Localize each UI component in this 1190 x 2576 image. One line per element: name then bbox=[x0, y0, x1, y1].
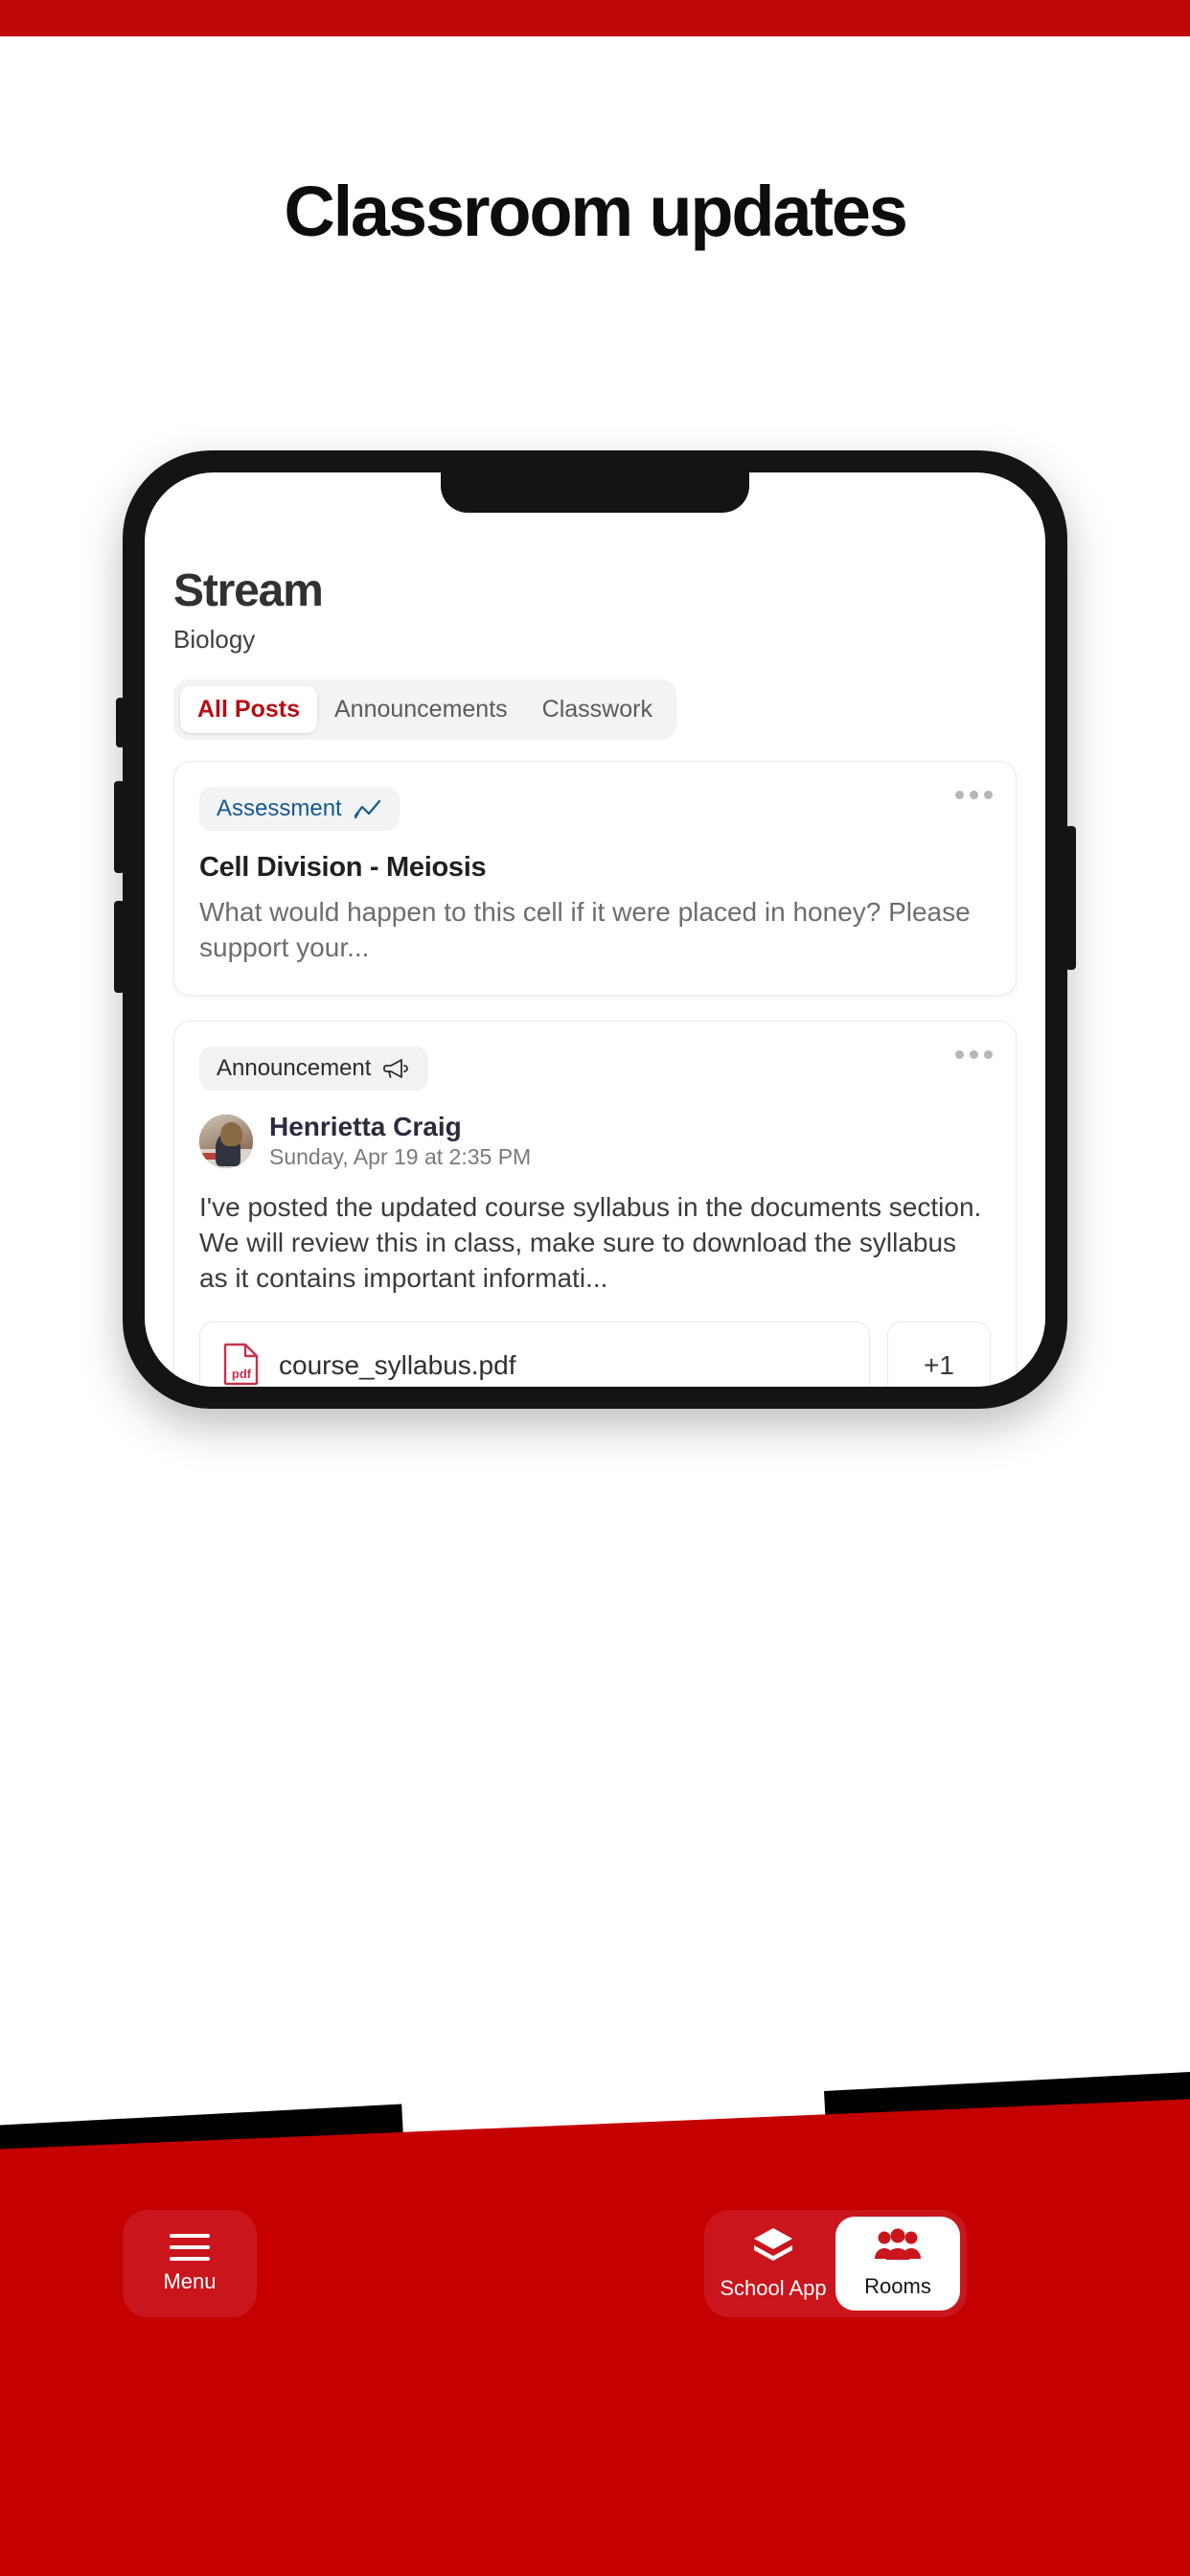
rooms-label: Rooms bbox=[864, 2274, 931, 2298]
phone-screen: Stream Biology All Posts Announcements C… bbox=[145, 472, 1045, 1387]
top-red-band bbox=[0, 0, 1190, 36]
attachment-more-count[interactable]: +1 bbox=[887, 1321, 991, 1387]
avatar bbox=[199, 1114, 253, 1168]
phone-volume-down-button[interactable] bbox=[114, 901, 125, 993]
rooms-button[interactable]: Rooms bbox=[835, 2217, 960, 2311]
stream-heading: Stream bbox=[173, 565, 324, 616]
bottom-navigation: Menu School App Rooms bbox=[0, 2118, 1190, 2338]
tab-all-posts[interactable]: All Posts bbox=[180, 686, 317, 733]
page-title: Classroom updates bbox=[284, 172, 908, 251]
pdf-file-icon: pdf bbox=[223, 1342, 260, 1387]
attachment-pdf[interactable]: pdf course_syllabus.pdf bbox=[199, 1321, 870, 1387]
post-author-row: Henrietta Craig Sunday, Apr 19 at 2:35 P… bbox=[199, 1112, 991, 1171]
people-group-icon bbox=[874, 2228, 922, 2267]
app-content: Stream Biology All Posts Announcements C… bbox=[145, 472, 1045, 1387]
svg-text:pdf: pdf bbox=[232, 1367, 252, 1381]
post-card-announcement[interactable]: Announcement Henrietta Craig Sunday, Apr… bbox=[173, 1020, 1017, 1387]
school-app-label: School App bbox=[720, 2276, 827, 2300]
post-timestamp: Sunday, Apr 19 at 2:35 PM bbox=[269, 1144, 532, 1170]
hamburger-icon bbox=[170, 2233, 210, 2261]
attachment-name: course_syllabus.pdf bbox=[279, 1350, 516, 1381]
post-card-assessment[interactable]: Assessment Cell Division - Meiosis What … bbox=[173, 761, 1017, 996]
post-body: I've posted the updated course syllabus … bbox=[199, 1191, 982, 1293]
badge-label: Assessment bbox=[217, 795, 342, 821]
menu-label: Menu bbox=[163, 2268, 217, 2293]
badge-row: Assessment bbox=[199, 787, 991, 831]
status-badge-assessment: Assessment bbox=[199, 787, 400, 831]
post-feed: Assessment Cell Division - Meiosis What … bbox=[173, 761, 1017, 1387]
badge-row: Announcement bbox=[199, 1046, 991, 1091]
status-badge-announcement: Announcement bbox=[199, 1046, 429, 1091]
phone-power-button[interactable] bbox=[1065, 826, 1076, 970]
attachment-row: pdf course_syllabus.pdf +1 bbox=[199, 1321, 991, 1387]
filter-tabs: All Posts Announcements Classwork bbox=[173, 679, 676, 740]
phone-frame: Stream Biology All Posts Announcements C… bbox=[114, 450, 1076, 1409]
phone-mockup: Stream Biology All Posts Announcements C… bbox=[114, 450, 1076, 1409]
line-chart-check-icon bbox=[354, 798, 382, 819]
phone-volume-up-button[interactable] bbox=[114, 781, 125, 873]
more-options-icon[interactable] bbox=[955, 1049, 993, 1059]
nav-right-group: School App Rooms bbox=[704, 2210, 967, 2317]
course-name: Biology bbox=[173, 625, 256, 654]
tab-classwork[interactable]: Classwork bbox=[525, 686, 670, 733]
megaphone-icon bbox=[382, 1057, 411, 1080]
phone-mute-button[interactable] bbox=[116, 698, 125, 748]
post-title: Cell Division - Meiosis bbox=[199, 852, 487, 883]
screenshot-root: Classroom updates Stream Biology All Pos… bbox=[0, 0, 1190, 2576]
post-body: What would happen to this cell if it wer… bbox=[199, 897, 971, 962]
tab-announcements[interactable]: Announcements bbox=[317, 686, 525, 733]
author-name: Henrietta Craig bbox=[269, 1111, 462, 1141]
badge-label: Announcement bbox=[217, 1054, 372, 1081]
more-options-icon[interactable] bbox=[955, 791, 993, 799]
menu-button[interactable]: Menu bbox=[123, 2210, 257, 2317]
layers-icon bbox=[751, 2226, 795, 2269]
school-app-button[interactable]: School App bbox=[711, 2217, 835, 2311]
